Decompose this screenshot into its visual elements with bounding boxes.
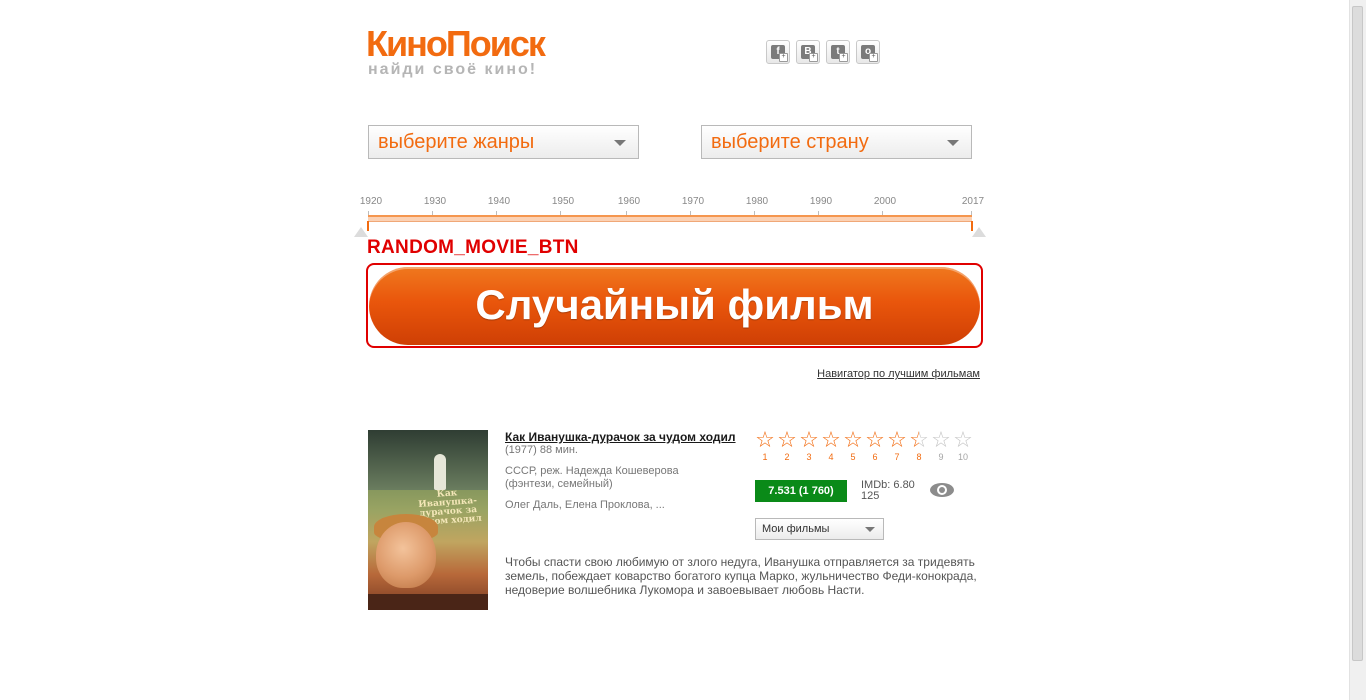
plus-icon: + [809, 53, 818, 62]
rating-stars: ☆ 1 ☆ 2 ☆ 3 ☆ 4 ☆ 5 ☆ 6 ☆ 7 ☆ 8 ☆ 9 ☆ 10 [754, 429, 974, 463]
rate-star-1[interactable]: ☆ 1 [754, 427, 776, 463]
rate-star-8[interactable]: ☆ 8 [908, 427, 930, 463]
year-range-slider[interactable] [368, 215, 972, 222]
rate-star-2[interactable]: ☆ 2 [776, 427, 798, 463]
social-share-bar: f + В + t + о + [766, 40, 880, 64]
year-label: 1920 [359, 196, 383, 207]
plus-icon: + [779, 53, 788, 62]
star-icon: ☆ [777, 427, 797, 452]
chevron-down-icon [614, 140, 626, 146]
movie-country-director: СССР, реж. Надежда Кошеверова [505, 465, 679, 477]
eye-icon[interactable] [930, 483, 954, 497]
movie-title-link[interactable]: Как Иванушка-дурачок за чудом ходил [505, 430, 736, 444]
star-icon: ☆ [909, 427, 929, 452]
imdb-rating: IMDb: 6.80 125 [861, 480, 915, 502]
vertical-scrollbar[interactable] [1349, 0, 1366, 700]
random-movie-annotation: RANDOM_MOVIE_BTN [367, 237, 579, 258]
chevron-down-icon [947, 140, 959, 146]
star-icon: ☆ [953, 427, 973, 452]
kinopoisk-rating-badge: 7.531 (1 760) [755, 480, 847, 502]
imdb-votes: 125 [861, 490, 880, 502]
year-label: 1940 [487, 196, 511, 207]
rate-star-7[interactable]: ☆ 7 [886, 427, 908, 463]
star-icon: ☆ [843, 427, 863, 452]
plus-icon: + [839, 53, 848, 62]
movie-poster[interactable]: Как Иванушка-дурачок за чудом ходил [368, 430, 488, 610]
country-select[interactable]: выберите страну [701, 125, 972, 159]
year-label: 1930 [423, 196, 447, 207]
scrollbar-thumb[interactable] [1352, 6, 1363, 661]
best-movies-navigator-link[interactable]: Навигатор по лучшим фильмам [817, 368, 980, 380]
plus-icon: + [869, 53, 878, 62]
genre-select-label: выберите жанры [378, 131, 535, 153]
rate-star-5[interactable]: ☆ 5 [842, 427, 864, 463]
rate-star-3[interactable]: ☆ 3 [798, 427, 820, 463]
year-label: 1970 [681, 196, 705, 207]
rate-star-9[interactable]: ☆ 9 [930, 427, 952, 463]
my-films-label: Мои фильмы [762, 523, 830, 535]
my-films-dropdown[interactable]: Мои фильмы [755, 518, 884, 540]
year-start-handle[interactable] [354, 221, 369, 237]
facebook-share-button[interactable]: f + [766, 40, 790, 64]
movie-actors: Олег Даль, Елена Проклова, ... [505, 499, 665, 511]
star-icon: ☆ [755, 427, 775, 452]
year-end-handle[interactable] [971, 221, 986, 237]
year-scale: 1920 1930 1940 1950 1960 1970 1980 1990 … [0, 196, 1349, 210]
year-label: 1960 [617, 196, 641, 207]
rate-star-10[interactable]: ☆ 10 [952, 427, 974, 463]
genre-select[interactable]: выберите жанры [368, 125, 639, 159]
rate-star-6[interactable]: ☆ 6 [864, 427, 886, 463]
star-icon: ☆ [799, 427, 819, 452]
star-icon: ☆ [865, 427, 885, 452]
random-movie-button[interactable]: Случайный фильм [369, 267, 980, 345]
star-icon: ☆ [821, 427, 841, 452]
movie-year-duration: (1977) 88 мин. [505, 444, 578, 456]
kinopoisk-logo[interactable]: КиноПоиск [366, 22, 546, 66]
year-label: 1950 [551, 196, 575, 207]
year-label: 2000 [873, 196, 897, 207]
logo-tagline: найди своё кино! [368, 61, 538, 78]
rate-star-4[interactable]: ☆ 4 [820, 427, 842, 463]
star-icon: ☆ [931, 427, 951, 452]
chevron-down-icon [865, 527, 875, 532]
star-icon: ☆ [887, 427, 907, 452]
year-label: 1990 [809, 196, 833, 207]
twitter-share-button[interactable]: t + [826, 40, 850, 64]
page: КиноПоиск найди своё кино! f + В + t + о… [0, 0, 1349, 700]
odnoklassniki-share-button[interactable]: о + [856, 40, 880, 64]
country-select-label: выберите страну [711, 131, 869, 153]
movie-description: Чтобы спасти свою любимую от злого недуг… [505, 555, 977, 597]
vkontakte-share-button[interactable]: В + [796, 40, 820, 64]
year-label: 2017 [961, 196, 985, 207]
movie-genres: (фэнтези, семейный) [505, 478, 613, 490]
year-label: 1980 [745, 196, 769, 207]
